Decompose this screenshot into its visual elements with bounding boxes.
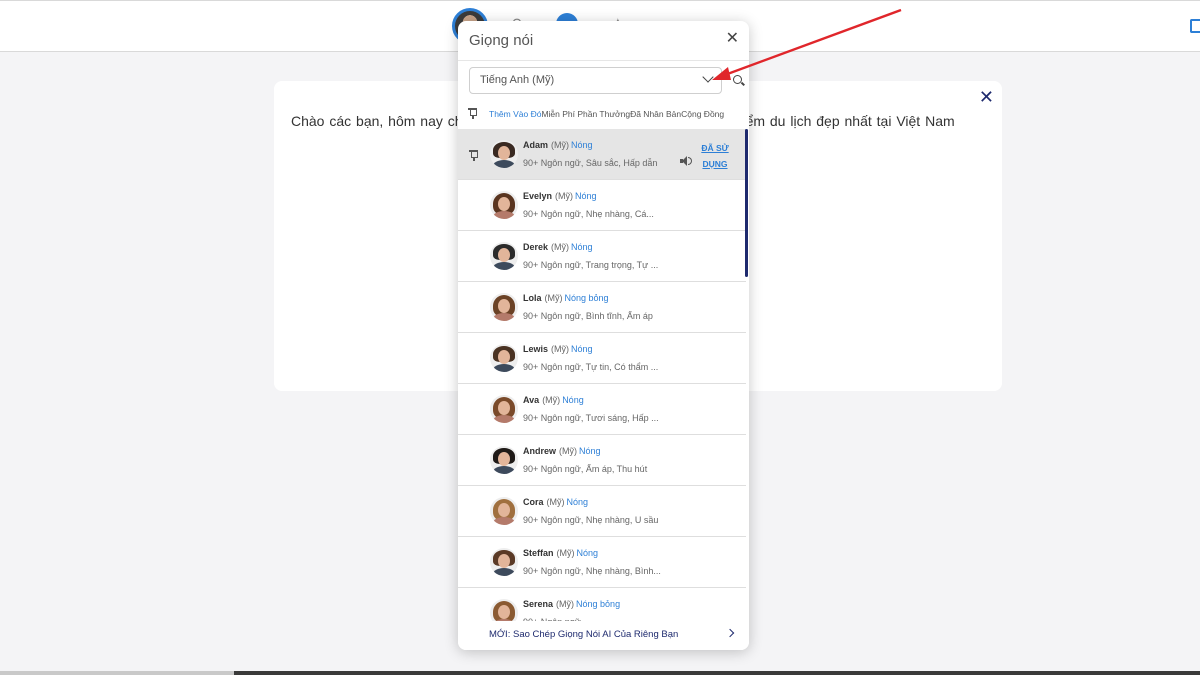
- voice-tone-badge: Nóng: [575, 191, 597, 201]
- filter-rewards[interactable]: Phần Thưởng: [577, 109, 630, 119]
- voice-name: Lewis: [523, 344, 549, 354]
- chevron-down-icon[interactable]: [702, 71, 714, 83]
- voice-description: 90+ Ngôn ngữ, Sâu sắc, Hấp dẫn: [523, 158, 658, 168]
- voice-description: 90+ Ngôn ngữ, Bình tĩnh, Ấm áp: [523, 311, 653, 321]
- voice-description: 90+ Ngôn ngữ, Trang trọng, Tự ...: [523, 260, 659, 270]
- voice-item-serena[interactable]: Serena(Mỹ)Nóng bỏng90+ Ngôn ngữ: [458, 588, 746, 621]
- voice-description: 90+ Ngôn ngữ, Tươi sáng, Hấp ...: [523, 413, 659, 423]
- bottom-strip: [0, 671, 1200, 675]
- voice-avatar: [490, 293, 518, 321]
- voice-item-adam[interactable]: Adam (Mỹ) Nóng 90+ Ngôn ngữ, Sâu sắc, Hấp d…: [458, 129, 746, 180]
- voice-name: Evelyn: [523, 191, 553, 201]
- voice-description: 90+ Ngôn ngữ, Tự tin, Có thẩm ...: [523, 362, 659, 372]
- voice-tone-badge: Nóng bỏng: [564, 293, 609, 303]
- voice-item-cora[interactable]: Cora (Mỹ) Nóng 90+ Ngôn ngữ, Nhẹ nhàng, U s…: [458, 486, 746, 537]
- voice-accent: (Mỹ): [546, 497, 565, 507]
- voice-tone-badge: Nóng: [571, 344, 593, 354]
- voice-accent: (Mỹ): [544, 293, 563, 303]
- voice-accent: (Mỹ): [551, 140, 570, 150]
- language-dropdown[interactable]: Tiếng Anh (Mỹ): [469, 67, 722, 94]
- voice-item-lola[interactable]: Lola (Mỹ) Nóng bỏng 90+ Ngôn ngữ, Bình tĩnh…: [458, 282, 746, 333]
- export-icon[interactable]: [1190, 19, 1200, 33]
- voice-accent: (Mỹ): [551, 242, 570, 252]
- voice-item-derek[interactable]: Derek (Mỹ) Nóng 90+ Ngôn ngữ, Trang trọng, …: [458, 231, 746, 282]
- voice-avatar: [490, 497, 518, 525]
- voice-item-evelyn[interactable]: Evelyn (Mỹ) Nóng 90+ Ngôn ngữ, Nhẹ nhàng, C…: [458, 180, 746, 231]
- filter-added[interactable]: Thêm Vào Đó: [489, 109, 541, 119]
- search-icon[interactable]: [733, 75, 742, 84]
- voice-name: Cora: [523, 497, 544, 507]
- voice-accent: (Mỹ): [551, 344, 570, 354]
- voice-name: Andrew: [523, 446, 557, 456]
- voice-list[interactable]: Adam (Mỹ) Nóng 90+ Ngôn ngữ, Sâu sắc, Hấp d…: [458, 129, 749, 621]
- panel-close-icon[interactable]: ✕: [726, 28, 739, 48]
- voice-name: Lola: [523, 293, 542, 303]
- card-close-icon[interactable]: ✕: [979, 87, 994, 108]
- panel-header: Giọng nói ✕: [458, 21, 749, 61]
- voice-description: 90+ Ngôn ngữ, Nhẹ nhàng, Cá...: [523, 209, 654, 219]
- voice-avatar: [490, 395, 518, 423]
- voice-tone-badge: Nóng: [562, 395, 584, 405]
- voice-item-lewis[interactable]: Lewis (Mỹ) Nóng 90+ Ngôn ngữ, Tự tin, Có th…: [458, 333, 746, 384]
- chevron-right-icon[interactable]: [725, 628, 735, 638]
- voice-tone-badge: Nóng: [576, 548, 599, 558]
- voice-name: Derek: [523, 242, 549, 252]
- list-scrollbar[interactable]: [745, 129, 748, 277]
- voice-item-ava[interactable]: Ava (Mỹ) Nóng 90+ Ngôn ngữ, Tươi sáng, Hấp …: [458, 384, 746, 435]
- voice-avatar: [490, 344, 518, 372]
- voice-avatar: [490, 191, 518, 219]
- voice-tone-badge: Nóng: [571, 242, 593, 252]
- voice-description: 90+ Ngôn ngữ, Nhẹ nhàng, U sầu: [523, 515, 659, 525]
- voice-avatar: [490, 242, 518, 270]
- filter-community[interactable]: Cộng Đồng: [681, 109, 724, 119]
- language-value: Tiếng Anh (Mỹ): [480, 74, 555, 86]
- voice-name: Serena: [523, 599, 554, 609]
- voice-name: Adam: [523, 140, 549, 150]
- voice-avatar: [490, 446, 518, 474]
- voice-item-steffan[interactable]: Steffan (Mỹ) Nóng 90+ Ngôn ngữ, Nhẹ nhàng, …: [458, 537, 746, 588]
- voice-avatar: [490, 599, 518, 621]
- filter-free[interactable]: Miễn Phí: [541, 109, 575, 119]
- voice-tone-badge: Nóng: [579, 446, 601, 456]
- voice-accent: (Mỹ): [559, 446, 578, 456]
- voice-accent: (Mỹ): [556, 599, 575, 609]
- voice-description: 90+ Ngôn ngữ, Nhẹ nhàng, Bình...: [523, 566, 661, 576]
- voice-accent: (Mỹ): [542, 395, 561, 405]
- filter-tabs: Thêm Vào ĐóMiễn Phí Phần ThưởngĐã Nhân B…: [458, 103, 749, 125]
- used-status-link[interactable]: ĐÃ SỬ DỤNG: [700, 140, 730, 172]
- voice-tone-badge: Nóng bỏng: [576, 599, 621, 609]
- panel-title: Giọng nói: [469, 32, 534, 49]
- panel-footer[interactable]: MỚI: Sao Chép Giọng Nói AI Của Riêng Bạn: [458, 621, 749, 650]
- voice-tone-badge: Nóng: [566, 497, 589, 507]
- voice-item-andrew[interactable]: Andrew (Mỹ) Nóng 90+ Ngôn ngữ, Ấm áp, Thu h…: [458, 435, 746, 486]
- voice-accent: (Mỹ): [556, 548, 575, 558]
- voice-description: 90+ Ngôn ngữ, Ấm áp, Thu hút: [523, 464, 648, 474]
- pin-icon[interactable]: [468, 108, 477, 119]
- clone-voice-link[interactable]: MỚI: Sao Chép Giọng Nói AI Của Riêng Bạn: [489, 629, 678, 640]
- pin-icon[interactable]: [469, 150, 478, 161]
- voice-name: Steffan: [523, 548, 554, 558]
- voice-avatar: [490, 140, 518, 168]
- voice-picker-panel: Giọng nói ✕ Tiếng Anh (Mỹ) Thêm Vào ĐóMi…: [458, 21, 749, 650]
- filter-cloned[interactable]: Đã Nhân Bản: [630, 109, 681, 119]
- voice-tone-badge: Nóng: [571, 140, 593, 150]
- speaker-icon[interactable]: [680, 156, 692, 166]
- voice-name: Ava: [523, 395, 540, 405]
- voice-avatar: [490, 548, 518, 576]
- voice-accent: (Mỹ): [555, 191, 574, 201]
